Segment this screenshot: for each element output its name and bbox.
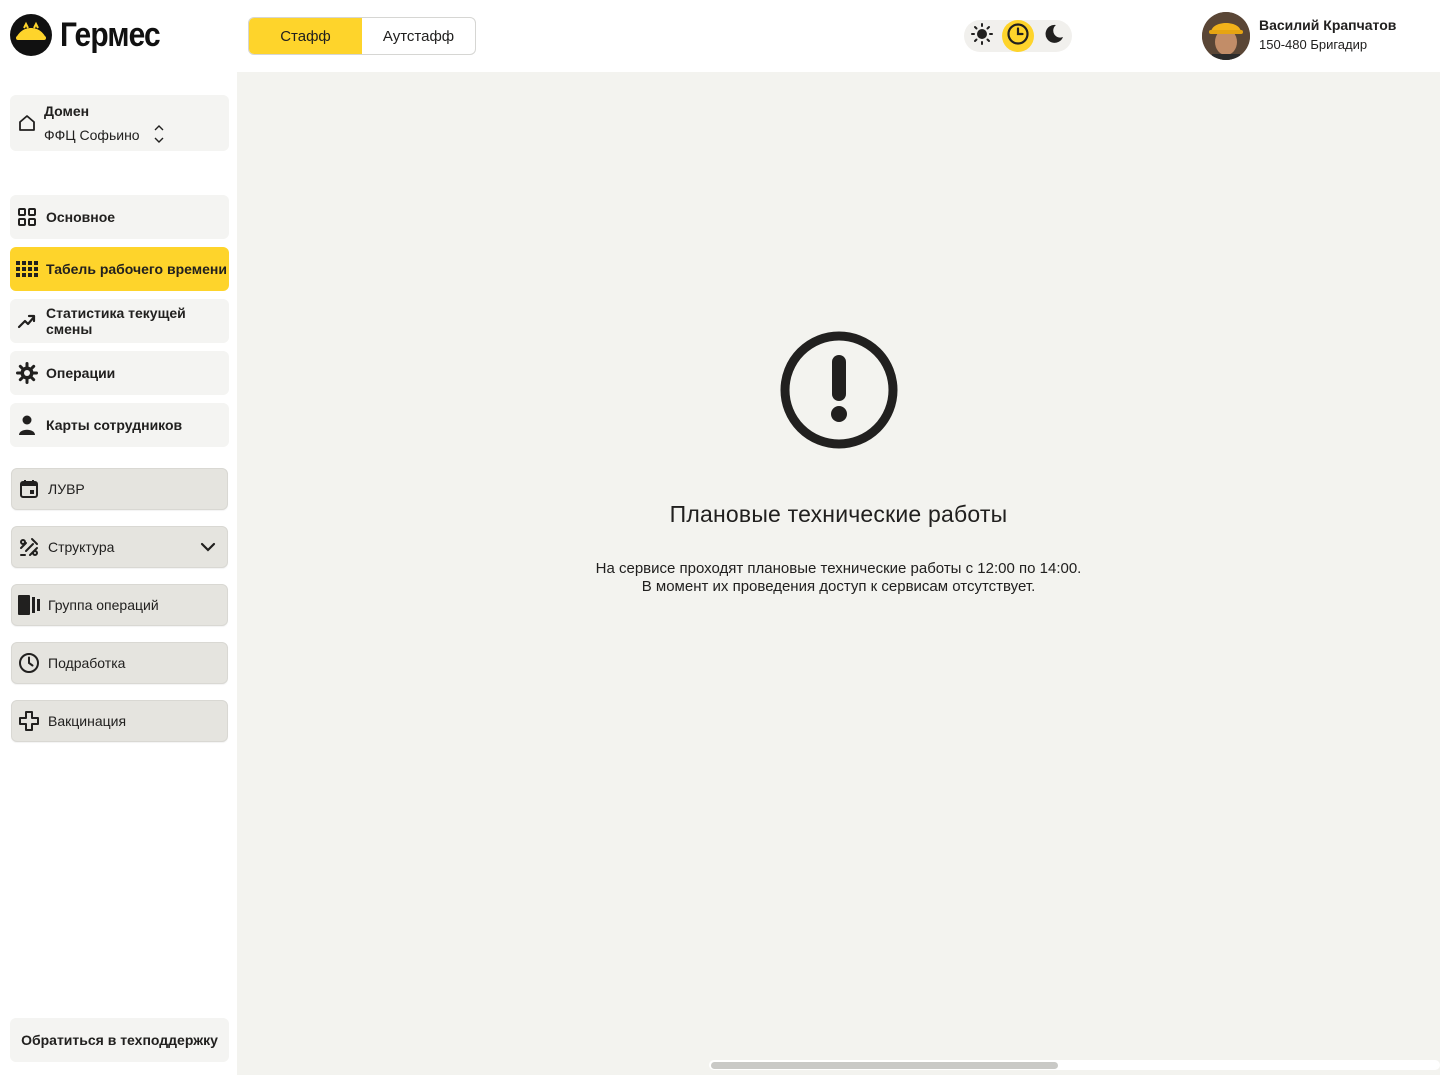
maintenance-description: На сервисе проходят плановые технические… (237, 560, 1440, 596)
domain-value: ФФЦ Софьино (44, 127, 140, 143)
tab-staff[interactable]: Стафф (249, 18, 362, 54)
sidebar-item-label: Операции (46, 365, 116, 381)
sidebar-item-label: Карты сотрудников (46, 417, 183, 433)
domain-selector[interactable]: Домен ФФЦ Софьино (10, 95, 229, 151)
sidebar-item-label: Вакцинация (48, 713, 127, 729)
sidebar-item-timesheet[interactable]: Табель рабочего времени (10, 247, 229, 291)
avatar[interactable] (1202, 12, 1250, 60)
structure-icon (18, 536, 40, 558)
book-icon (18, 594, 40, 616)
theme-switcher (964, 20, 1072, 52)
logo-icon (10, 14, 52, 56)
scrollbar-thumb[interactable] (711, 1062, 1058, 1069)
sidebar-item-main[interactable]: Основное (10, 195, 229, 239)
chevron-updown-icon (153, 123, 165, 150)
sidebar-item-label: Табель рабочего времени (46, 261, 227, 277)
sidebar-item-label: ЛУВР (48, 481, 85, 497)
clock-icon (1006, 22, 1030, 51)
sidebar-item-label: Группа операций (48, 597, 159, 613)
page-title: Плановые технические работы (669, 501, 1008, 527)
moon-icon (1044, 24, 1064, 49)
sidebar-item-employee-cards[interactable]: Карты сотрудников (10, 403, 229, 447)
sun-icon (971, 22, 993, 50)
sidebar-item-operation-group[interactable]: Группа операций (11, 584, 228, 626)
sidebar-item-label: Структура (48, 539, 115, 555)
sidebar-item-label: Статистика текущей смены (46, 305, 186, 337)
tab-outstaff[interactable]: Аутстафф (362, 18, 475, 54)
description-line-1: На сервисе проходят плановые технические… (595, 560, 1082, 577)
sidebar-item-operations[interactable]: Операции (10, 351, 229, 395)
user-profile[interactable]: Василий Крапчатов 150-480 Бригадир (1202, 12, 1396, 60)
sidebar-item-label: Подработка (48, 655, 126, 671)
user-name: Василий Крапчатов (1259, 17, 1397, 33)
trend-icon (16, 310, 38, 332)
home-icon (17, 113, 37, 138)
sidebar-item-statistics[interactable]: Статистика текущей смены (10, 299, 229, 343)
gear-icon (16, 362, 38, 384)
grid-icon (16, 258, 38, 280)
user-role: 150-480 Бригадир (1259, 37, 1368, 52)
person-icon (16, 414, 38, 436)
cross-icon (18, 710, 40, 732)
sidebar-item-side-job[interactable]: Подработка (11, 642, 228, 684)
main-content: Плановые технические работы На сервисе п… (237, 72, 1440, 1075)
theme-auto-button[interactable] (1002, 20, 1034, 52)
sidebar-item-vaccination[interactable]: Вакцинация (11, 700, 228, 742)
chevron-down-icon[interactable] (199, 538, 217, 559)
warning-icon (780, 331, 898, 454)
clock-icon (18, 652, 40, 674)
logo[interactable]: Гермес (10, 14, 173, 56)
sidebar: Домен ФФЦ Софьино Основное Табель рабоче… (0, 72, 237, 1075)
theme-light-button[interactable] (966, 20, 998, 52)
user-info: Василий Крапчатов 150-480 Бригадир (1259, 16, 1396, 56)
description-line-2: В момент их проведения доступ к сервисам… (641, 578, 1036, 595)
sidebar-item-structure[interactable]: Структура (11, 526, 228, 568)
sidebar-item-luvr[interactable]: ЛУВР (11, 468, 228, 510)
staff-tabs: Стафф Аутстафф (248, 17, 476, 55)
calendar-icon (18, 478, 40, 500)
domain-title: Домен (44, 103, 90, 119)
sidebar-item-label: Основное (46, 209, 116, 225)
support-button[interactable]: Обратиться в техподдержку (10, 1018, 229, 1062)
logo-text: Гермес (60, 15, 161, 54)
theme-dark-button[interactable] (1038, 20, 1070, 52)
dashboard-icon (16, 206, 38, 228)
header: Гермес Стафф Аутстафф Василий Крапчатов … (0, 0, 1440, 72)
